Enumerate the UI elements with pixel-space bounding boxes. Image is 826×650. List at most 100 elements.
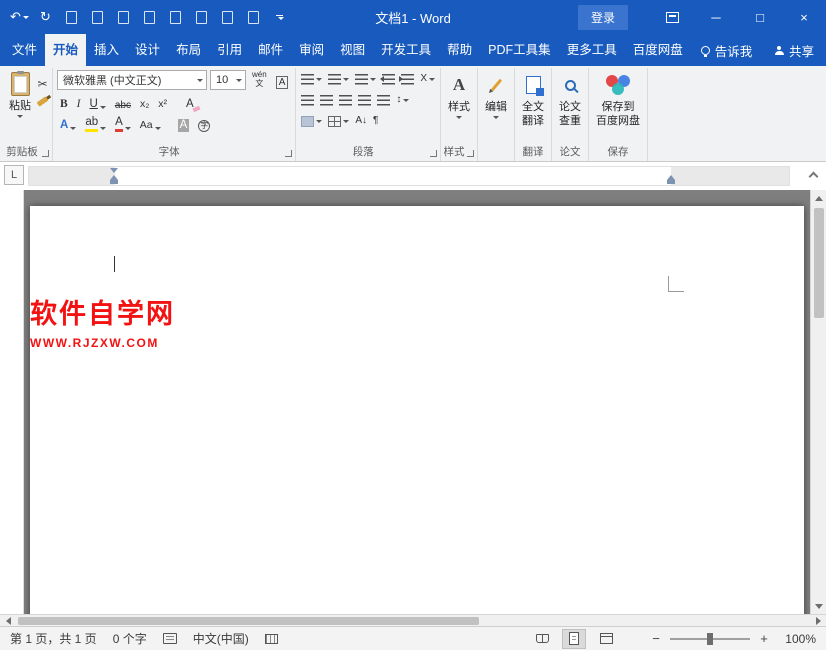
language-indicator[interactable]: 中文(中国) [193, 630, 249, 647]
paragraph-button-show-marks[interactable]: ¶ [372, 113, 379, 129]
vertical-scrollbar-thumb[interactable] [814, 208, 824, 318]
tab-help[interactable]: 帮助 [439, 34, 480, 66]
styles-button[interactable]: A 样式 [445, 70, 473, 121]
read-mode-button[interactable] [530, 629, 554, 649]
paste-button[interactable]: 粘贴 [6, 70, 34, 120]
horizontal-scrollbar[interactable] [0, 614, 826, 626]
zoom-level[interactable]: 100% [778, 632, 816, 646]
font-size-select[interactable]: 10 [210, 70, 246, 90]
font-button-bold[interactable]: B [57, 94, 71, 111]
share-button[interactable]: 共享 [775, 34, 814, 66]
tab-design[interactable]: 设计 [127, 34, 168, 66]
paragraph-button-justify[interactable] [357, 92, 372, 108]
styles-dialog-launcher[interactable] [467, 150, 474, 157]
collapse-ribbon-icon[interactable] [809, 172, 819, 182]
proofing-icon[interactable] [163, 633, 177, 644]
hanging-indent-marker[interactable] [110, 175, 118, 184]
paragraph-button-asian-layout[interactable]: X [419, 71, 436, 87]
tab-more-tools[interactable]: 更多工具 [559, 34, 625, 66]
clipboard-dialog-launcher[interactable] [42, 150, 49, 157]
tab-review[interactable]: 审阅 [291, 34, 332, 66]
qat-customize-icon[interactable] [268, 5, 291, 29]
paragraph-dialog-launcher[interactable] [430, 150, 437, 157]
zoom-slider-thumb[interactable] [707, 633, 713, 645]
paragraph-button-sort[interactable]: A↓ [354, 113, 368, 129]
paragraph-button-distribute[interactable] [376, 92, 391, 108]
paper-check-button[interactable]: 论文 查重 [556, 70, 584, 131]
web-layout-button[interactable] [594, 629, 618, 649]
font-button-enclose-characters[interactable]: 字 [195, 115, 213, 132]
scroll-up-icon[interactable] [811, 190, 826, 206]
scroll-left-icon[interactable] [0, 615, 16, 626]
font-button-superscript[interactable]: x² [155, 94, 170, 111]
paragraph-button-multilevel-list[interactable] [354, 71, 377, 87]
editing-button[interactable]: 编辑 [482, 70, 510, 121]
scroll-right-icon[interactable] [810, 615, 826, 626]
qat-spelling-check[interactable] [86, 5, 109, 29]
font-button-clear-formatting[interactable]: A [183, 94, 197, 111]
paragraph-button-shading[interactable] [300, 113, 323, 129]
format-painter-icon[interactable] [37, 99, 48, 104]
paragraph-button-line-spacing[interactable]: ↕ [395, 92, 410, 108]
page-indicator[interactable]: 第 1 页，共 1 页 [10, 630, 97, 647]
paragraph-button-align-center[interactable] [319, 92, 334, 108]
qat-quick-print[interactable] [242, 5, 265, 29]
first-line-indent-marker[interactable] [110, 168, 118, 173]
paragraph-button-align-right[interactable] [338, 92, 353, 108]
tab-selector[interactable]: L [4, 165, 24, 185]
window-maximize[interactable]: □ [738, 0, 782, 34]
qat-contacts[interactable] [138, 5, 161, 29]
font-button-subscript[interactable]: x₂ [137, 94, 152, 111]
paragraph-button-numbering[interactable] [327, 71, 350, 87]
font-button-change-case[interactable]: Aa [137, 115, 164, 132]
font-button-highlight-color[interactable]: ab [82, 115, 109, 132]
qat-print-preview[interactable] [60, 5, 83, 29]
tab-layout[interactable]: 布局 [168, 34, 209, 66]
window-minimize[interactable]: ─ [694, 0, 738, 34]
vertical-scrollbar[interactable] [810, 190, 826, 614]
window-close[interactable]: × [782, 0, 826, 34]
qat-open-file[interactable] [190, 5, 213, 29]
full-text-translate-button[interactable]: 全文 翻译 [519, 70, 547, 131]
zoom-slider[interactable] [670, 638, 750, 640]
input-mode-icon[interactable] [265, 634, 278, 644]
paragraph-button-borders[interactable] [327, 113, 350, 129]
tab-insert[interactable]: 插入 [86, 34, 127, 66]
qat-undo[interactable]: ↶ [8, 5, 31, 29]
font-dialog-launcher[interactable] [285, 150, 292, 157]
paragraph-button-bullets[interactable] [300, 71, 323, 87]
login-button[interactable]: 登录 [578, 5, 628, 30]
paragraph-button-align-left[interactable] [300, 92, 315, 108]
scroll-down-icon[interactable] [811, 598, 826, 614]
vertical-ruler[interactable] [0, 190, 24, 614]
font-button-char-shading[interactable]: A [175, 115, 193, 132]
horizontal-ruler[interactable] [28, 166, 790, 186]
word-count[interactable]: 0 个字 [113, 630, 147, 647]
tab-file[interactable]: 文件 [4, 34, 45, 66]
cut-icon[interactable]: ✂ [37, 78, 47, 90]
right-indent-marker[interactable] [667, 175, 675, 184]
tab-home[interactable]: 开始 [45, 34, 86, 66]
horizontal-scrollbar-thumb[interactable] [18, 617, 479, 625]
qat-draw-table[interactable] [112, 5, 135, 29]
font-button-text-effects[interactable]: A [57, 115, 79, 132]
paragraph-button-increase-indent[interactable] [400, 71, 415, 87]
document-page[interactable]: 软件自学网 WWW.RJZXW.COM [30, 206, 804, 614]
tab-pdf-tools[interactable]: PDF工具集 [480, 34, 559, 66]
tab-view[interactable]: 视图 [332, 34, 373, 66]
tab-baidu-netdisk[interactable]: 百度网盘 [625, 34, 691, 66]
paragraph-button-decrease-indent[interactable] [381, 71, 396, 87]
qat-save[interactable] [216, 5, 239, 29]
font-button-italic[interactable]: I [74, 94, 84, 111]
font-button-strikethrough[interactable]: abc [112, 94, 134, 111]
pinyin-guide-button[interactable]: wén文 [249, 71, 270, 89]
font-button-font-color[interactable]: A [112, 115, 134, 132]
zoom-out-button[interactable]: − [650, 631, 662, 646]
save-to-netdisk-button[interactable]: 保存到 百度网盘 [593, 70, 643, 131]
character-border-button[interactable]: A [273, 72, 292, 89]
ribbon-display-options-button[interactable] [650, 0, 694, 34]
font-button-underline[interactable]: U [87, 94, 109, 111]
tab-mailings[interactable]: 邮件 [250, 34, 291, 66]
qat-new-document[interactable] [164, 5, 187, 29]
zoom-in-button[interactable]: + [758, 631, 770, 646]
